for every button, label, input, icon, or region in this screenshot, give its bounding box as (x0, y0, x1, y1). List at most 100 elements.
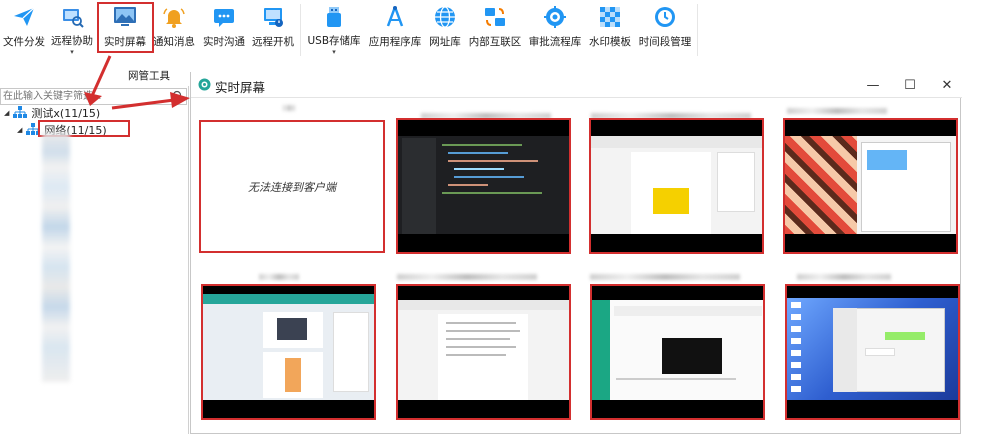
ide-sidebar (402, 138, 436, 234)
screen-taskbar (398, 400, 569, 418)
sidebar (0, 86, 189, 434)
text-line (446, 330, 520, 332)
screen-taskbar (592, 400, 763, 418)
code-line (448, 184, 488, 186)
screen-tile-offline[interactable]: 无法连接到客户端 (199, 120, 385, 253)
realtime-chat-button[interactable]: 实时沟通 (202, 4, 246, 56)
remote-assist-icon (59, 4, 85, 29)
doc-illustration (277, 318, 307, 340)
remote-assist-button[interactable]: 远程协助 ▾ (50, 4, 94, 56)
url-library-button[interactable]: 网址库 (427, 4, 463, 56)
window-title: 实时屏幕 (215, 80, 266, 95)
screen-tile[interactable] (201, 284, 376, 420)
doc-page (438, 314, 528, 402)
doc-illustration (285, 358, 301, 392)
screen-top-band (398, 120, 569, 136)
file-distribution-button[interactable]: 文件分发 (2, 4, 46, 56)
internal-interconnect-button[interactable]: 内部互联区 (468, 4, 522, 56)
usb-storage-dropdown[interactable]: ▾ (332, 48, 336, 56)
app-dark-banner (662, 338, 722, 374)
annotation-arrow-right (111, 92, 190, 110)
doc-side-panel (717, 152, 755, 212)
app-library-button[interactable]: 应用程序库 (368, 4, 422, 56)
chat-icon (211, 4, 237, 30)
screen-tile[interactable] (590, 284, 765, 420)
screen-tile[interactable] (396, 284, 571, 420)
chat-contact-list (833, 308, 857, 392)
screen-tile[interactable] (785, 284, 960, 420)
screen-taskbar (203, 400, 374, 418)
desktop-sticker-art (785, 136, 857, 236)
doc-ribbon (398, 300, 569, 310)
code-line (454, 176, 524, 178)
send-icon (11, 4, 37, 30)
code-line (448, 160, 538, 162)
window-titlebar: 实时屏幕 — ☐ ✕ (191, 72, 962, 98)
screen-taskbar (398, 234, 569, 252)
screen-top-band (591, 120, 762, 136)
realtime-screen-highlight (97, 2, 154, 53)
watermark-template-button[interactable]: 水印模板 (588, 4, 632, 56)
screen-taskbar (785, 234, 956, 252)
approval-flow-button[interactable]: 审批流程库 (528, 4, 582, 56)
screen-caption (787, 108, 887, 114)
collapse-triangle-icon[interactable]: ◢ (4, 109, 9, 117)
bell-icon (161, 4, 187, 30)
remote-power-on-button[interactable]: 远程开机 (251, 4, 295, 56)
screen-caption (397, 274, 537, 280)
offline-message: 无法连接到客户端 (248, 180, 336, 194)
globe-icon (432, 4, 458, 30)
remote-assist-dropdown[interactable]: ▾ (70, 48, 74, 56)
screen-caption (259, 274, 299, 280)
screen-top-band (203, 286, 374, 294)
realtime-screen-window: 实时屏幕 — ☐ ✕ 无法连接到客户端 (190, 72, 962, 434)
screen-taskbar (787, 400, 958, 418)
doc-ribbon (591, 136, 762, 148)
desktop-window-chart (867, 150, 907, 170)
collapse-triangle-icon[interactable]: ◢ (17, 126, 22, 134)
notify-message-button[interactable]: 通知消息 (153, 4, 195, 56)
screen-caption (590, 274, 740, 280)
code-line (442, 192, 542, 194)
minimize-button[interactable]: — (862, 75, 884, 95)
maximize-button[interactable]: ☐ (899, 75, 921, 95)
screen-tile[interactable] (589, 118, 764, 254)
usb-storage-button[interactable]: USB存储库 ▾ (307, 4, 361, 56)
code-line (442, 144, 522, 146)
window-app-icon (198, 78, 211, 94)
app-side-nav (592, 300, 610, 404)
close-button[interactable]: ✕ (936, 75, 958, 95)
desktop-icons (791, 302, 801, 392)
screen-top-band (785, 120, 956, 136)
usb-icon (321, 4, 347, 29)
text-line (446, 346, 516, 348)
chat-bubble (865, 348, 895, 356)
app-header (614, 306, 762, 316)
code-line (454, 168, 504, 170)
client-list-blurred (42, 132, 70, 382)
clock-icon (652, 4, 678, 30)
doc-image (653, 188, 689, 214)
text-line (446, 354, 506, 356)
text-line (616, 378, 736, 380)
watermark-icon (597, 4, 623, 30)
screen-caption (797, 274, 891, 280)
org-tree-icon (13, 105, 28, 121)
text-line (446, 322, 516, 324)
doc-side-panel (333, 312, 369, 392)
screen-tile[interactable] (783, 118, 958, 254)
screen-top-band (592, 286, 763, 300)
chat-bubble (885, 332, 925, 340)
toolbar-separator (300, 4, 301, 56)
time-period-button[interactable]: 时间段管理 (638, 4, 692, 56)
toolbar-separator (697, 4, 698, 56)
power-on-icon (260, 4, 286, 30)
screen-taskbar (591, 234, 762, 252)
app-header (203, 294, 374, 304)
screen-tile[interactable] (396, 118, 571, 254)
code-line (448, 152, 508, 154)
network-tools-group-label: 网管工具 (128, 70, 170, 82)
screen-top-band (398, 286, 569, 300)
screen-caption (283, 105, 295, 111)
screen-top-band (787, 286, 958, 298)
